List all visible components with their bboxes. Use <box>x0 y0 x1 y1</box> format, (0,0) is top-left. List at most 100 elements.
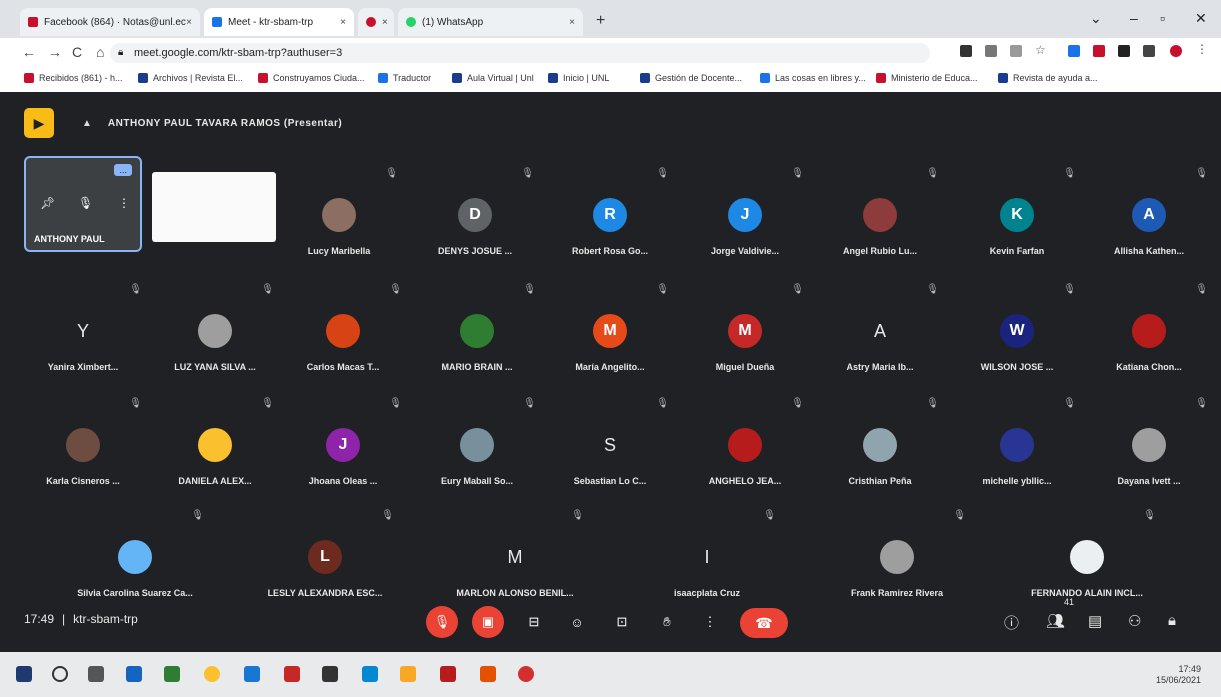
app-icon[interactable] <box>518 666 534 682</box>
mic-icon[interactable]: 🎙︎ <box>78 196 93 210</box>
tab-search-icon[interactable]: ⌄ <box>1090 10 1102 27</box>
participant-tile[interactable]: 🎙︎ Dayana Ivett ... <box>1084 398 1214 512</box>
acrobat-icon[interactable] <box>284 666 300 682</box>
participant-tile[interactable]: 🎙︎ S Sebastian Lo C... <box>545 398 675 512</box>
bookmark-item[interactable]: Construyamos Ciuda... <box>258 73 365 83</box>
share-icon[interactable] <box>1010 45 1022 57</box>
extension-icon[interactable] <box>1143 45 1155 57</box>
leave-call-button[interactable]: ☎︎ <box>740 608 788 638</box>
host-controls-icon[interactable]: 🔒︎ <box>1168 612 1176 629</box>
info-icon[interactable]: ⓘ <box>1004 612 1019 633</box>
screen-share-tile[interactable] <box>152 172 276 242</box>
app-icon[interactable] <box>322 666 338 682</box>
participant-tile[interactable]: 🎙︎ Frank Ramirez Rivera <box>822 510 972 624</box>
reload-icon[interactable]: C <box>72 44 82 60</box>
close-icon[interactable]: × <box>569 17 575 28</box>
new-tab-button[interactable]: + <box>596 12 605 30</box>
bookmark-item[interactable]: Revista de ayuda a... <box>998 73 1098 83</box>
participant-tile[interactable]: 🎙︎ MARIO BRAIN ... <box>412 284 542 398</box>
participant-tile[interactable]: 🎙︎ ANGHELO JEA... <box>680 398 810 512</box>
tab-facebook[interactable]: Facebook (864) · Notas@unl.ec × <box>20 8 200 36</box>
close-icon[interactable]: × <box>382 17 388 28</box>
search-icon[interactable] <box>52 666 68 682</box>
task-view-icon[interactable] <box>88 666 104 682</box>
participant-tile[interactable]: 🎙︎ LUZ YANA SILVA ... <box>150 284 280 398</box>
edge-icon[interactable] <box>126 666 142 682</box>
bookmark-item[interactable]: Gestión de Docente... <box>640 73 742 83</box>
zoom-icon[interactable] <box>985 45 997 57</box>
participant-tile[interactable]: 🎙︎ Cristhian Peña <box>815 398 945 512</box>
start-icon[interactable] <box>16 666 32 682</box>
participant-tile[interactable]: 🎙︎ Carlos Macas T... <box>278 284 408 398</box>
chrome-icon[interactable] <box>204 666 220 682</box>
people-icon[interactable]: 👥︎ <box>1046 612 1065 630</box>
participant-tile[interactable]: 🎙︎ FERNANDO ALAIN INCL... <box>1012 510 1162 624</box>
camera-off-button[interactable]: ▣ <box>472 606 504 638</box>
close-window-button[interactable]: ✕ <box>1195 10 1207 27</box>
minimize-button[interactable]: – <box>1130 10 1138 26</box>
app-icon[interactable] <box>440 666 456 682</box>
home-icon[interactable]: ⌂ <box>96 44 104 60</box>
participant-tile[interactable]: 🎙︎ D DENYS JOSUE ... <box>410 168 540 282</box>
extension-icon[interactable] <box>1093 45 1105 57</box>
participant-tile[interactable]: 🎙︎ M Miguel Dueña <box>680 284 810 398</box>
participant-tile[interactable]: 🎙︎ michelle ybllic... <box>952 398 1082 512</box>
bookmark-item[interactable]: Recibidos (861) - h... <box>24 73 123 83</box>
participant-tile[interactable]: 🎙︎ Lucy Maribella <box>274 168 404 282</box>
presentation-icon[interactable]: ▶ <box>24 108 54 138</box>
more-options-icon[interactable]: ⋮ <box>118 196 130 210</box>
participant-tile[interactable]: 🎙︎ J Jhoana Oleas ... <box>278 398 408 512</box>
profile-avatar[interactable] <box>1170 45 1182 57</box>
bookmark-item[interactable]: Traductor <box>378 73 431 83</box>
app-icon[interactable] <box>244 666 260 682</box>
bookmark-item[interactable]: Ministerio de Educa... <box>876 73 978 83</box>
tab-pinned[interactable]: × <box>358 8 394 36</box>
extension-icon[interactable] <box>960 45 972 57</box>
pin-tile-icon[interactable]: 📌︎ <box>40 196 55 210</box>
participant-tile[interactable]: 🎙︎ M María Angelito... <box>545 284 675 398</box>
participant-tile[interactable]: 🎙︎ L LESLY ALEXANDRA ESC... <box>250 510 400 624</box>
participant-tile[interactable]: 🎙︎ Eury Maball So... <box>412 398 542 512</box>
participant-tile[interactable]: 🎙︎ Katiana Chon... <box>1084 284 1214 398</box>
captions-button[interactable]: ⊟ <box>518 606 550 638</box>
participant-tile[interactable]: 🎙︎ Silvia Carolina Suarez Ca... <box>60 510 210 624</box>
participant-tile[interactable]: 🎙︎ K Kevin Farfan <box>952 168 1082 282</box>
bookmark-item[interactable]: Aula Virtual | Unl <box>452 73 534 83</box>
pin-icon[interactable]: ▲ <box>82 118 92 129</box>
maximize-button[interactable]: ▫ <box>1160 10 1165 26</box>
app-icon[interactable] <box>362 666 378 682</box>
forward-icon[interactable]: → <box>48 44 62 60</box>
participant-tile[interactable]: 🎙︎ R Robert Rosa Go... <box>545 168 675 282</box>
more-options-button[interactable]: ⋮ <box>694 606 726 638</box>
mic-off-button[interactable]: 🎙︎ <box>426 606 458 638</box>
extension-icon[interactable] <box>1068 45 1080 57</box>
participant-tile[interactable]: 🎙︎ Y Yanira Ximbert... <box>18 284 148 398</box>
participant-tile[interactable]: 🎙︎ DANIELA ALEX... <box>150 398 280 512</box>
participant-tile[interactable]: 🎙︎ W WILSON JOSE ... <box>952 284 1082 398</box>
back-icon[interactable]: ← <box>22 44 36 60</box>
close-icon[interactable]: × <box>186 17 192 28</box>
chat-icon[interactable]: ▤ <box>1088 612 1102 630</box>
participant-tile[interactable]: 🎙︎ J Jorge Valdivie... <box>680 168 810 282</box>
app-icon[interactable] <box>480 666 496 682</box>
file-explorer-icon[interactable] <box>400 666 416 682</box>
participant-tile[interactable]: 🎙︎ A Astry Maria Ib... <box>815 284 945 398</box>
close-icon[interactable]: × <box>340 17 346 28</box>
raise-hand-button[interactable]: ✋︎ <box>651 606 683 638</box>
tab-meet[interactable]: Meet - ktr-sbam-trp × <box>204 8 354 36</box>
self-view-tile[interactable]: ... 📌︎ 🎙︎ ⋮ ANTHONY PAUL <box>24 156 142 252</box>
system-tray[interactable]: 17:49 15/06/2021 <box>1156 664 1201 686</box>
bookmark-item[interactable]: Archivos | Revista El... <box>138 73 243 83</box>
present-button[interactable]: ⊡ <box>606 606 638 638</box>
participant-tile[interactable]: 🎙︎ Karla Cisneros ... <box>18 398 148 512</box>
url-field[interactable]: 🔒︎ meet.google.com/ktr-sbam-trp?authuser… <box>110 43 930 63</box>
reactions-button[interactable]: ☺ <box>561 606 593 638</box>
menu-icon[interactable]: ⋮ <box>1196 42 1208 56</box>
bookmark-star-icon[interactable]: ☆ <box>1035 43 1047 57</box>
participant-tile[interactable]: 🎙︎ Angel Rubio Lu... <box>815 168 945 282</box>
app-icon[interactable] <box>164 666 180 682</box>
tab-whatsapp[interactable]: (1) WhatsApp × <box>398 8 583 36</box>
activities-icon[interactable]: ⚇ <box>1128 612 1141 630</box>
bookmark-item[interactable]: Las cosas en libres y... <box>760 73 866 83</box>
participant-tile[interactable]: 🎙︎ A Allisha Kathen... <box>1084 168 1214 282</box>
